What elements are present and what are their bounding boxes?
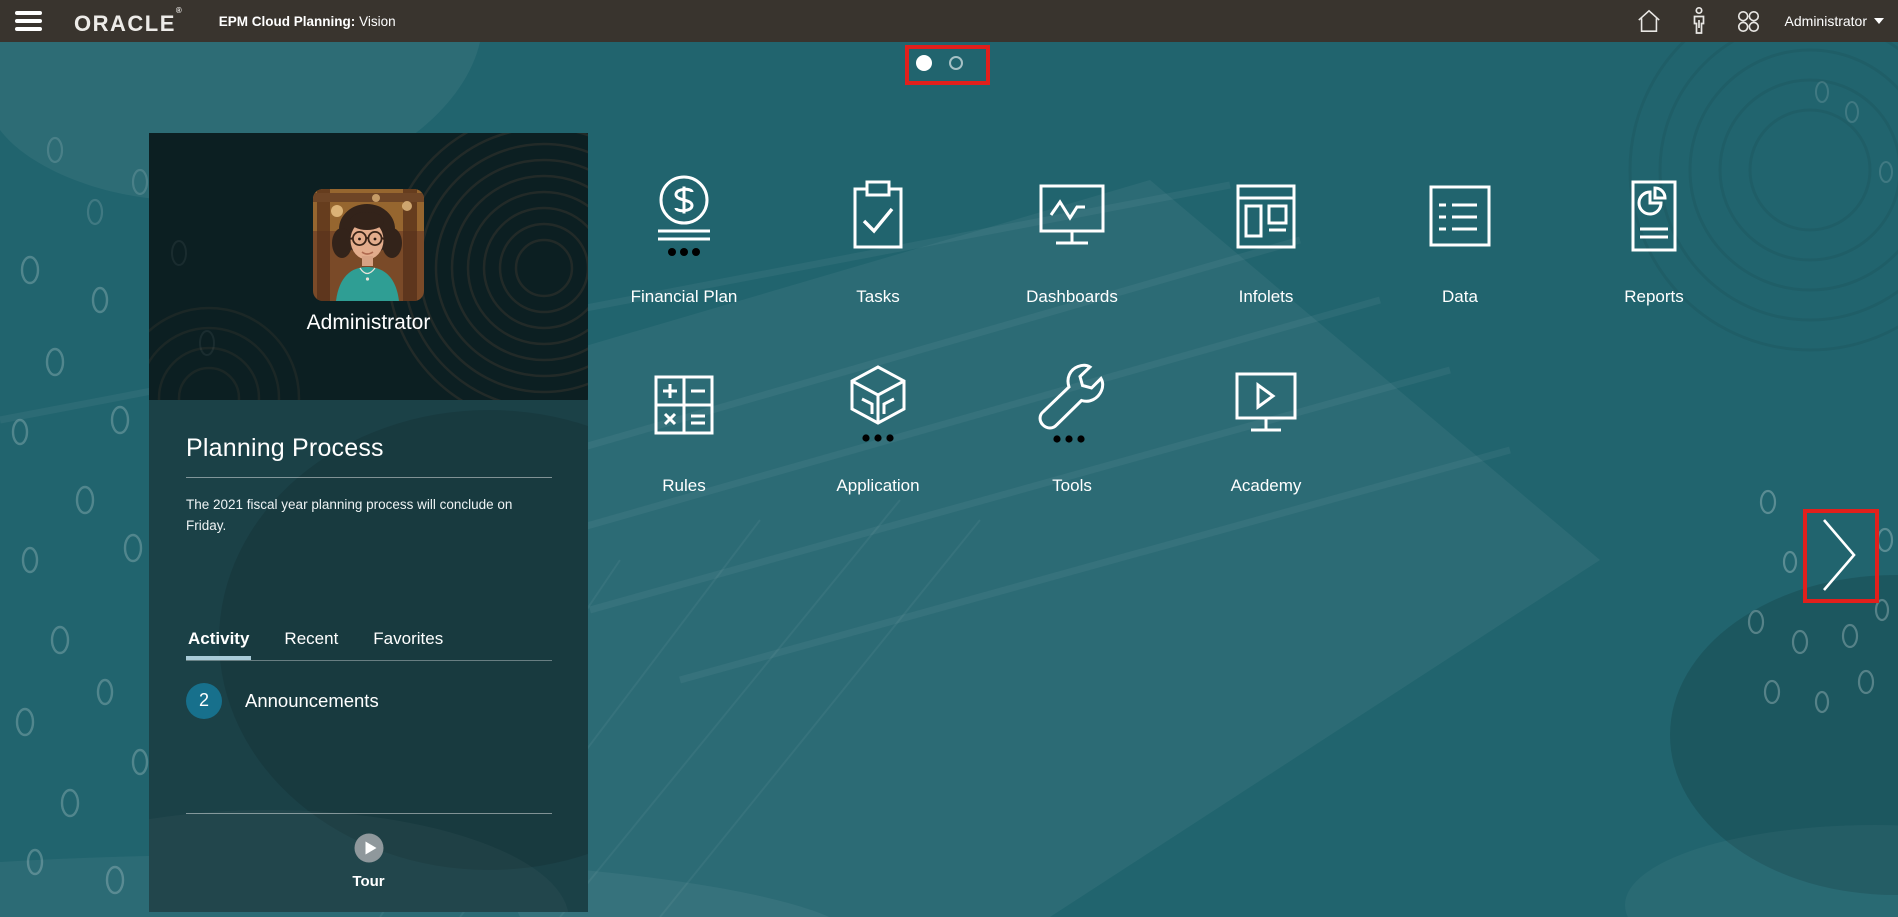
- tile-application[interactable]: Application: [781, 362, 975, 496]
- profile-panel: Administrator Planning Process The 2021 …: [149, 133, 588, 912]
- panel-content: Planning Process The 2021 fiscal year pl…: [186, 400, 552, 719]
- registered-mark: ®: [176, 6, 182, 15]
- grid-dots-icon: [1735, 8, 1762, 35]
- data-icon: [1415, 173, 1505, 263]
- tile-label: Tools: [1052, 476, 1092, 496]
- play-icon: [353, 832, 385, 864]
- announcements-count-badge: 2: [186, 683, 222, 719]
- tile-infolets[interactable]: Infolets: [1169, 173, 1363, 307]
- header-actions: Administrator: [1629, 1, 1898, 41]
- app-grid-row-1: Financial Plan Tasks Dashboards: [587, 173, 1751, 307]
- person-icon: [1687, 6, 1711, 36]
- tile-reports[interactable]: Reports: [1557, 173, 1751, 307]
- app-title: EPM Cloud Planning:: [219, 14, 356, 29]
- tile-tasks[interactable]: Tasks: [781, 173, 975, 307]
- avatar-photo: [313, 189, 424, 301]
- tile-label: Rules: [662, 476, 705, 496]
- tab-favorites[interactable]: Favorites: [371, 629, 445, 660]
- home-icon: [1636, 8, 1662, 34]
- navigator-button[interactable]: [1729, 1, 1769, 41]
- title-divider: [186, 477, 552, 478]
- profile-panel-body: Planning Process The 2021 fiscal year pl…: [149, 400, 588, 912]
- app-header: ORACLE® EPM Cloud Planning: Vision: [0, 0, 1898, 42]
- announcements-item[interactable]: 2 Announcements: [186, 683, 552, 719]
- tile-label: Financial Plan: [631, 287, 738, 307]
- tile-label: Infolets: [1239, 287, 1294, 307]
- tour-divider: [186, 813, 552, 814]
- tile-label: Academy: [1231, 476, 1302, 496]
- app-environment: Vision: [359, 14, 396, 29]
- tile-data[interactable]: Data: [1363, 173, 1557, 307]
- rules-icon: [639, 362, 729, 452]
- dashboards-icon: [1027, 173, 1117, 263]
- carousel-pagination: [916, 55, 963, 71]
- announcements-label: Announcements: [245, 690, 379, 712]
- user-menu-label: Administrator: [1785, 13, 1867, 29]
- tab-activity[interactable]: Activity: [186, 629, 251, 660]
- tile-rules[interactable]: Rules: [587, 362, 781, 496]
- infolets-icon: [1221, 173, 1311, 263]
- application-icon: [833, 362, 923, 452]
- profile-panel-top: Administrator: [149, 133, 588, 400]
- oracle-logo: ORACLE®: [74, 6, 182, 37]
- tab-recent[interactable]: Recent: [282, 629, 340, 660]
- tile-academy[interactable]: Academy: [1169, 362, 1363, 496]
- section-title: Planning Process: [186, 434, 552, 463]
- tasks-icon: [833, 173, 923, 263]
- next-page-button[interactable]: [1818, 516, 1862, 596]
- tile-label: Data: [1442, 287, 1478, 307]
- app-grid-row-2: Rules Application To: [587, 362, 1363, 496]
- tile-tools[interactable]: Tools: [975, 362, 1169, 496]
- tile-label: Dashboards: [1026, 287, 1118, 307]
- user-menu[interactable]: Administrator: [1785, 13, 1884, 29]
- tile-label: Tasks: [856, 287, 899, 307]
- carousel-dot-2[interactable]: [949, 56, 963, 70]
- tour-label: Tour: [352, 873, 384, 890]
- tour-button[interactable]: Tour: [149, 832, 588, 890]
- tools-icon: [1027, 362, 1117, 452]
- tile-dashboards[interactable]: Dashboards: [975, 173, 1169, 307]
- reports-icon: [1609, 173, 1699, 263]
- carousel-dot-1[interactable]: [916, 55, 932, 71]
- financial-plan-icon: [639, 173, 729, 263]
- chevron-right-icon: [1820, 517, 1860, 593]
- avatar: [313, 189, 424, 301]
- home-button[interactable]: [1629, 1, 1669, 41]
- epm-home-screen: ORACLE® EPM Cloud Planning: Vision: [0, 0, 1898, 917]
- tile-label: Reports: [1624, 287, 1684, 307]
- tile-financial-plan[interactable]: Financial Plan: [587, 173, 781, 307]
- assistance-button[interactable]: [1679, 1, 1719, 41]
- academy-icon: [1221, 362, 1311, 452]
- profile-user-name: Administrator: [149, 311, 588, 335]
- hamburger-menu-icon[interactable]: [15, 11, 45, 31]
- announcement-text: The 2021 fiscal year planning process wi…: [186, 495, 542, 537]
- caret-down-icon: [1874, 18, 1884, 24]
- panel-tabs: Activity Recent Favorites: [186, 629, 552, 661]
- tile-label: Application: [836, 476, 919, 496]
- page-title: EPM Cloud Planning: Vision: [219, 14, 396, 29]
